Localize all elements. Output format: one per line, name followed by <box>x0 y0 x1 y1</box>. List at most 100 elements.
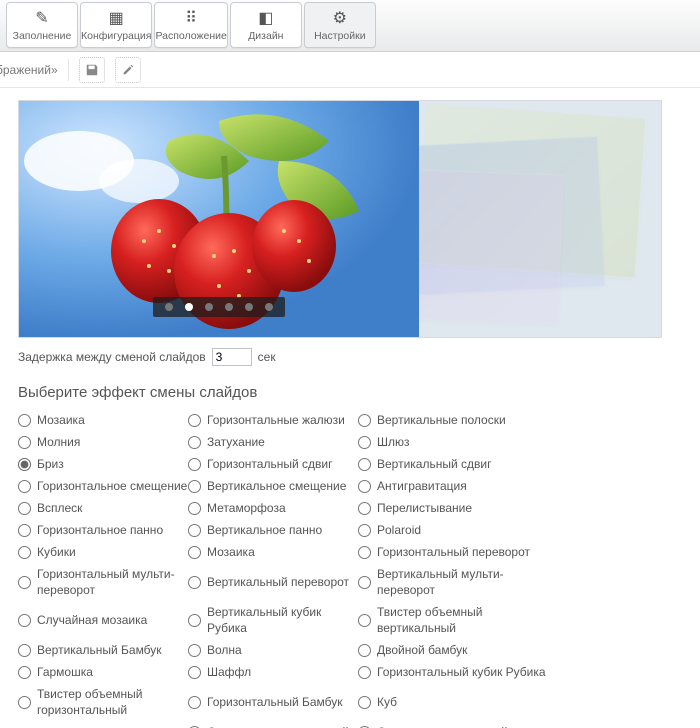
effect-radio[interactable] <box>188 414 201 427</box>
effect-option[interactable]: Волна <box>188 641 358 659</box>
effect-radio[interactable] <box>358 524 371 537</box>
effect-radio[interactable] <box>358 666 371 679</box>
effect-option[interactable]: Случайная мозаика <box>18 603 188 637</box>
effect-option[interactable]: Горизонтальное панно <box>18 521 188 539</box>
design-button[interactable]: ◧ Дизайн <box>230 2 302 48</box>
effect-option[interactable]: Шаффл <box>188 663 358 681</box>
effect-label: Мозаика <box>37 412 85 428</box>
effect-label: Оригами горизонтальный <box>207 724 349 728</box>
fill-button[interactable]: ✎ Заполнение <box>6 2 78 48</box>
effect-radio[interactable] <box>18 436 31 449</box>
effect-radio[interactable] <box>18 696 31 709</box>
effect-option[interactable]: Горизонтальный кубик Рубика <box>358 663 558 681</box>
effect-radio[interactable] <box>188 458 201 471</box>
effect-option[interactable]: Горизонтальное смещение <box>18 477 188 495</box>
effect-option[interactable]: Горизонтальный сдвиг <box>188 455 358 473</box>
effect-option[interactable]: Твистер объемный горизонтальный <box>18 685 188 719</box>
pager-dot[interactable] <box>165 303 173 311</box>
pager-dot[interactable] <box>205 303 213 311</box>
effect-radio[interactable] <box>188 436 201 449</box>
effect-option[interactable]: Мозаика <box>188 543 358 561</box>
effect-radio[interactable] <box>18 546 31 559</box>
effect-label: Твистер объемный горизонтальный <box>37 686 188 718</box>
effect-option[interactable]: Всплеск <box>18 499 188 517</box>
effect-option[interactable]: Кубики <box>18 543 188 561</box>
effect-radio[interactable] <box>18 524 31 537</box>
effect-radio[interactable] <box>18 458 31 471</box>
effect-label: Шаффл <box>207 664 251 680</box>
effect-option[interactable]: Горизонтальный мульти-переворот <box>18 565 188 599</box>
save-button[interactable] <box>79 57 105 83</box>
effect-radio[interactable] <box>358 696 371 709</box>
effect-radio[interactable] <box>18 644 31 657</box>
effect-option[interactable]: Мозаика <box>18 411 188 429</box>
effect-option[interactable]: Вертикальный переворот <box>188 565 358 599</box>
effect-radio[interactable] <box>358 546 371 559</box>
layout-button[interactable]: ⠿ Расположение <box>154 2 227 48</box>
effect-radio[interactable] <box>18 576 31 589</box>
settings-button[interactable]: ⚙ Настройки <box>304 2 376 48</box>
pager-dot[interactable] <box>245 303 253 311</box>
effect-radio[interactable] <box>188 546 201 559</box>
edit-button[interactable] <box>115 57 141 83</box>
effect-radio[interactable] <box>358 414 371 427</box>
effect-option[interactable]: Вертикальный Бамбук <box>18 641 188 659</box>
effect-radio[interactable] <box>188 502 201 515</box>
effect-label: Горизонтальный мульти-переворот <box>37 566 188 598</box>
effect-option[interactable]: Куб <box>358 685 558 719</box>
effect-radio[interactable] <box>18 614 31 627</box>
effect-radio[interactable] <box>188 614 201 627</box>
effect-option[interactable]: Затухание <box>188 433 358 451</box>
effect-option[interactable]: Вертикальные полоски <box>358 411 558 429</box>
pager-dot[interactable] <box>225 303 233 311</box>
effect-radio[interactable] <box>358 502 371 515</box>
effect-option[interactable]: Метаморфоза <box>188 499 358 517</box>
delay-input[interactable] <box>212 348 252 366</box>
effect-radio[interactable] <box>18 480 31 493</box>
effect-radio[interactable] <box>358 436 371 449</box>
effect-option[interactable]: Гармошка <box>18 663 188 681</box>
effect-radio[interactable] <box>188 480 201 493</box>
effect-option[interactable]: Вертикальное смещение <box>188 477 358 495</box>
effect-radio[interactable] <box>18 502 31 515</box>
effect-option[interactable]: Вертикальный мульти-переворот <box>358 565 558 599</box>
effect-label: Случайная мозаика <box>37 612 147 628</box>
separator <box>68 59 69 81</box>
effect-option[interactable]: Вертикальный кубик Рубика <box>188 603 358 637</box>
effect-label: Горизонтальный сдвиг <box>207 456 332 472</box>
effect-radio[interactable] <box>358 644 371 657</box>
pager-dot-active[interactable] <box>185 303 193 311</box>
effect-option[interactable]: Горизонтальный Бамбук <box>188 685 358 719</box>
effect-radio[interactable] <box>358 614 371 627</box>
effect-option[interactable]: Молния <box>18 433 188 451</box>
page-title-fragment: бражений» <box>0 63 58 77</box>
effect-option[interactable]: Оригами вертикальный <box>358 723 558 728</box>
effect-option[interactable]: Горизонтальный переворот <box>358 543 558 561</box>
config-button[interactable]: ▦ Конфигурация <box>80 2 152 48</box>
effect-radio[interactable] <box>358 576 371 589</box>
effect-radio[interactable] <box>188 644 201 657</box>
effect-option[interactable]: Вертикальный сдвиг <box>358 455 558 473</box>
effect-option[interactable]: Твистер объемный вертикальный <box>358 603 558 637</box>
effect-radio[interactable] <box>188 696 201 709</box>
effect-option[interactable]: Оригами горизонтальный <box>188 723 358 728</box>
effect-label: Вертикальный сдвиг <box>377 456 491 472</box>
effect-option[interactable]: Горизонтальные жалюзи <box>188 411 358 429</box>
effect-option[interactable]: Антигравитация <box>358 477 558 495</box>
effect-radio[interactable] <box>188 666 201 679</box>
effect-radio[interactable] <box>358 480 371 493</box>
effect-option[interactable]: Polaroid <box>358 521 558 539</box>
effect-option[interactable]: Бриз <box>18 455 188 473</box>
effect-option[interactable]: Шлюз <box>358 433 558 451</box>
effect-option[interactable]: Вертикальное панно <box>188 521 358 539</box>
effect-radio[interactable] <box>18 666 31 679</box>
effect-option[interactable]: Перелистывание <box>358 499 558 517</box>
effect-radio[interactable] <box>358 458 371 471</box>
pager-dot[interactable] <box>265 303 273 311</box>
effect-radio[interactable] <box>18 414 31 427</box>
effect-radio[interactable] <box>188 576 201 589</box>
grid-icon: ⠿ <box>181 8 201 28</box>
effect-label: Затухание <box>207 434 265 450</box>
effect-option[interactable]: Двойной бамбук <box>358 641 558 659</box>
effect-radio[interactable] <box>188 524 201 537</box>
